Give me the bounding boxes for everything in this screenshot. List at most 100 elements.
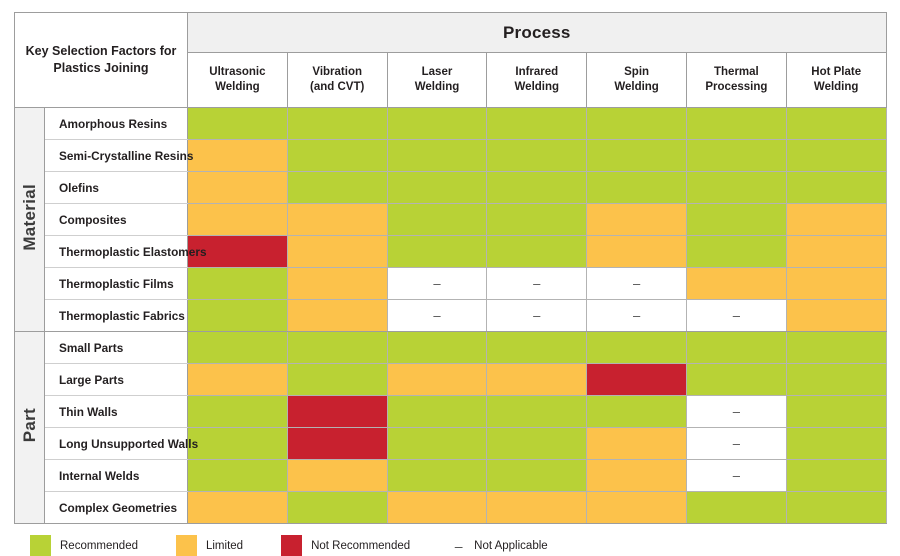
- rating-cell: [785, 107, 887, 140]
- row-group-header: Material: [14, 107, 45, 332]
- table-row: Internal Welds –: [15, 459, 887, 492]
- rating-cell: [386, 203, 488, 236]
- rating-cell: [685, 331, 787, 364]
- rating-cell-not-applicable: –: [386, 299, 488, 332]
- rating-cell: [685, 139, 787, 172]
- selection-factor-label: Long Unsupported Walls: [44, 427, 198, 460]
- rating-cell: [187, 139, 288, 172]
- process-column-header-line1: Thermal: [714, 66, 759, 79]
- rating-cell: [486, 395, 588, 428]
- rating-cell: [486, 139, 588, 172]
- selection-factor-label: Thin Walls: [44, 395, 188, 428]
- process-column-header-line1: Infrared: [515, 66, 559, 79]
- selection-factor-label: Thermoplastic Elastomers: [44, 235, 207, 268]
- rating-cell: [187, 203, 288, 236]
- rating-cell: [785, 395, 887, 428]
- rating-cell: [486, 459, 588, 492]
- rating-cell: [286, 299, 388, 332]
- selection-factor-label: Amorphous Resins: [44, 107, 188, 140]
- rating-cell: [685, 203, 787, 236]
- matrix-title-line1: Key Selection Factors for: [25, 44, 177, 59]
- rating-cell: [286, 491, 388, 524]
- rating-cell: [486, 491, 588, 524]
- rating-cell: [187, 459, 288, 492]
- rating-cell: [785, 363, 887, 396]
- rating-cell: [286, 267, 388, 300]
- process-column-header-line2: Welding: [414, 81, 460, 94]
- rating-cell: [187, 427, 288, 460]
- table-row: Olefins: [15, 171, 887, 204]
- header-row-process-group: Key Selection Factors for Plastics Joini…: [14, 11, 887, 108]
- matrix-title-cell: Key Selection Factors for Plastics Joini…: [14, 12, 188, 108]
- process-column-header: Infrared Welding: [486, 52, 588, 108]
- process-column-header-line2: Welding: [614, 81, 659, 94]
- rating-cell-not-applicable: –: [586, 267, 687, 300]
- rating-cell-not-applicable: –: [685, 459, 787, 492]
- rating-cell: [685, 235, 787, 268]
- process-column-header-line1: Hot Plate: [811, 66, 862, 79]
- rating-cell-not-applicable: –: [486, 299, 588, 332]
- rating-cell: [386, 459, 488, 492]
- process-column-header: Laser Welding: [386, 52, 488, 108]
- rating-cell: [785, 491, 887, 524]
- table-row: Material Amorphous Resins: [14, 107, 887, 332]
- rating-cell: [486, 171, 588, 204]
- table-row: Composites: [15, 203, 887, 236]
- rating-cell-not-applicable: –: [386, 267, 488, 300]
- rating-cell: [586, 395, 687, 428]
- rating-cell: [386, 491, 488, 524]
- legend-item: – Not Applicable: [448, 535, 548, 556]
- red-swatch: [281, 535, 303, 556]
- dash-icon: –: [454, 537, 463, 554]
- rating-cell: [586, 139, 687, 172]
- rating-cell: [386, 395, 488, 428]
- selection-factor-label: Semi-Crystalline Resins: [44, 139, 193, 172]
- rating-cell: [286, 395, 388, 428]
- rating-cell: [685, 267, 787, 300]
- table-row: Large Parts: [15, 363, 887, 396]
- rating-cell: [187, 363, 288, 396]
- selection-factor-label: Small Parts: [44, 331, 188, 364]
- matrix-title-line2: Plastics Joining: [53, 61, 149, 75]
- rating-cell: [286, 235, 388, 268]
- process-column-header-line2: Welding: [813, 81, 859, 94]
- rating-cell: [586, 203, 687, 236]
- rating-cell-not-applicable: –: [486, 267, 588, 300]
- rating-cell: [286, 139, 388, 172]
- process-column-header-line2: Welding: [215, 81, 260, 94]
- rating-cell: [586, 459, 687, 492]
- rating-cell: [785, 171, 887, 204]
- selection-factor-label: Olefins: [44, 171, 188, 204]
- rating-cell: [586, 235, 687, 268]
- rating-cell-not-applicable: –: [586, 299, 687, 332]
- row-group-header: Part: [14, 331, 45, 524]
- table-row: Semi-Crystalline Resins: [15, 139, 887, 172]
- process-column-header-line2: Welding: [514, 81, 560, 94]
- process-column-header-line1: Spin: [624, 66, 650, 79]
- rating-cell: [685, 491, 787, 524]
- legend: Recommended Limited Not Recommended – Not Ap…: [30, 535, 886, 556]
- rating-cell: [187, 267, 288, 300]
- rating-cell: [586, 363, 687, 396]
- rating-cell: [785, 203, 887, 236]
- rating-cell: [187, 299, 288, 332]
- rating-cell: [586, 331, 687, 364]
- rating-cell: [785, 427, 887, 460]
- row-group-label: Material: [19, 183, 39, 251]
- rating-cell-not-applicable: –: [685, 395, 787, 428]
- process-column-header-line2: Processing: [705, 81, 768, 94]
- rating-cell-not-applicable: –: [685, 427, 787, 460]
- table-row: Thin Walls –: [15, 395, 887, 428]
- rating-cell: [586, 427, 687, 460]
- selection-factor-label: Thermoplastic Fabrics: [44, 299, 188, 332]
- rating-cell: [386, 171, 488, 204]
- legend-item: Not Recommended: [281, 535, 410, 556]
- table-body: Material Amorphous Resins Semi-Crystalline…: [14, 107, 887, 524]
- rating-cell: [187, 107, 288, 140]
- process-group-header: Process: [187, 11, 887, 54]
- rating-cell: [386, 139, 488, 172]
- rating-cell: [187, 491, 288, 524]
- selection-factor-label: Internal Welds: [44, 459, 188, 492]
- rating-cell: [486, 203, 588, 236]
- rating-cell: [685, 171, 787, 204]
